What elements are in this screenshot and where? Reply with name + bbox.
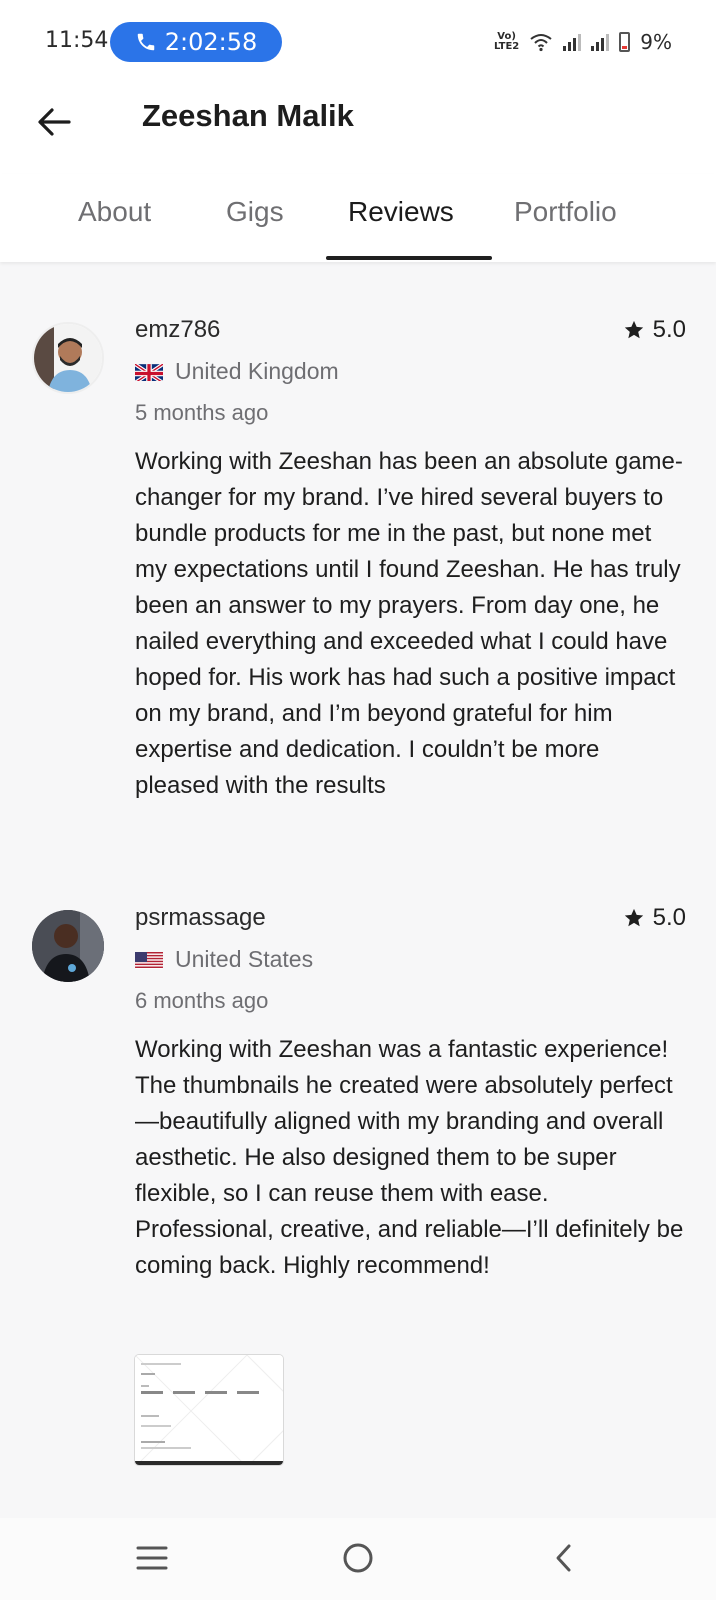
signal-icon-1: [563, 33, 582, 51]
app-header: Zeeshan Malik: [0, 84, 716, 174]
tab-reviews[interactable]: Reviews: [348, 196, 454, 228]
tab-bar: About Gigs Reviews Portfolio: [0, 174, 716, 262]
rating: 5.0: [623, 316, 686, 344]
attachment-preview-image: [135, 1355, 283, 1465]
recent-apps-button[interactable]: [130, 1536, 174, 1580]
rating-value: 5.0: [652, 904, 686, 931]
star-icon: [624, 908, 643, 927]
tab-about[interactable]: About: [78, 196, 151, 228]
reviewer-country: United Kingdom: [135, 358, 339, 385]
back-nav-button[interactable]: [542, 1536, 586, 1580]
star-icon: [624, 320, 643, 339]
battery-icon: [619, 32, 631, 52]
wifi-icon: [530, 34, 552, 52]
phone-icon: [137, 33, 154, 51]
system-nav-bar: [0, 1518, 716, 1600]
arrow-left-icon: [38, 108, 71, 136]
rating-value: 5.0: [652, 316, 686, 343]
us-flag-icon: [135, 950, 163, 969]
battery-percent: 9%: [640, 30, 672, 54]
recent-apps-icon: [136, 1546, 168, 1570]
uk-flag-icon: [135, 362, 163, 381]
status-bar: 11:54 2:02:58 Vo) LTE2 9%: [0, 0, 716, 84]
home-icon: [343, 1543, 373, 1573]
review-text: Working with Zeeshan was a fantastic exp…: [135, 1036, 684, 1279]
review-attachment-thumbnail[interactable]: [134, 1354, 284, 1466]
reviewer-country: United States: [135, 946, 313, 973]
review-text: Working with Zeeshan has been an absolut…: [135, 448, 683, 799]
reviewer-username[interactable]: emz786: [135, 316, 220, 344]
tab-gigs[interactable]: Gigs: [226, 196, 284, 228]
reviewer-photo: [34, 324, 102, 392]
home-button[interactable]: [336, 1536, 380, 1580]
back-button[interactable]: [34, 102, 74, 142]
tab-portfolio[interactable]: Portfolio: [514, 196, 617, 228]
page-title: Zeeshan Malik: [142, 98, 354, 133]
country-name: United States: [175, 946, 314, 972]
status-icons: Vo) LTE2 9%: [494, 30, 672, 54]
call-timer: 2:02:58: [164, 28, 258, 56]
review-date: 5 months ago: [135, 400, 269, 425]
ongoing-call-pill[interactable]: 2:02:58: [110, 22, 282, 62]
signal-icon-2: [591, 33, 610, 51]
status-time: 11:54: [45, 28, 109, 53]
volte-icon: Vo) LTE2: [493, 31, 520, 52]
review-date: 6 months ago: [135, 988, 269, 1013]
reviewer-username[interactable]: psrmassage: [135, 904, 266, 932]
reviewer-photo: [32, 910, 104, 982]
country-name: United Kingdom: [175, 358, 339, 384]
active-tab-indicator: [326, 256, 492, 260]
rating: 5.0: [623, 904, 686, 932]
chevron-left-icon: [556, 1544, 571, 1572]
avatar[interactable]: [32, 910, 104, 982]
avatar[interactable]: [32, 322, 104, 394]
